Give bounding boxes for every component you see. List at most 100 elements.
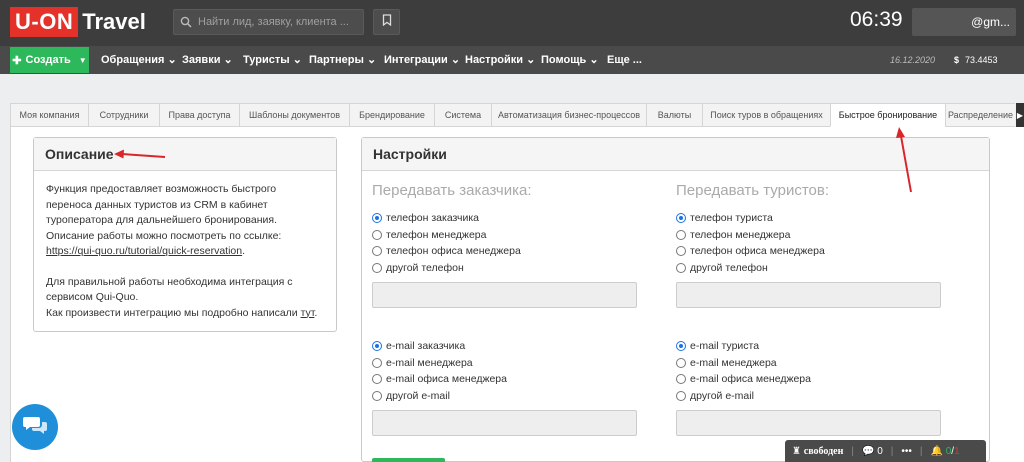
tourist-email-option[interactable]: другой e-mail [676,388,941,405]
nav-item-more[interactable]: Еще ... [607,46,642,74]
customer-email-option[interactable]: другой e-mail [372,388,637,405]
chat-icon [22,414,48,441]
radio-label: другой e-mail [386,389,450,402]
radio-label: телефон туриста [690,212,773,225]
radio-button[interactable] [372,213,382,224]
radio-button[interactable] [676,213,686,224]
radio-button[interactable] [372,357,382,368]
radio-button[interactable] [676,341,686,352]
tourist-email-option[interactable]: e-mail офиса менеджера [676,371,941,388]
customer-email-option[interactable]: e-mail менеджера [372,355,637,372]
tourist-other-email-field[interactable] [676,410,941,436]
radio-button[interactable] [372,229,382,240]
chevron-down-icon: ⌄ [589,54,599,66]
nav-item-settings[interactable]: Настройки ⌄ [465,46,535,74]
integration-link[interactable]: тут [301,307,315,319]
customer-phone-option[interactable]: телефон менеджера [372,227,637,244]
user-menu[interactable]: @gm... [912,8,1016,36]
nav-item-help[interactable]: Помощь ⌄ [541,46,599,74]
tab-currencies[interactable]: Валюты [646,103,702,127]
radio-label: телефон офиса менеджера [690,245,825,258]
customer-email-option[interactable]: e-mail заказчика [372,338,637,355]
description-line: сервисом Qui-Quo. [46,291,139,303]
notifications[interactable]: 🔔 0/1 [931,446,960,457]
nav-item-requests[interactable]: Обращения ⌄ [101,46,177,74]
radio-label: e-mail менеджера [690,356,777,369]
tab-automation[interactable]: Автоматизация бизнес-процессов [491,103,646,127]
chevron-down-icon: ⌄ [167,54,177,66]
current-date: 16.12.2020 [890,55,936,65]
dollar-icon: $ [954,55,960,65]
tab-distribution[interactable]: Распределение [945,103,1015,127]
tourist-email-option[interactable]: e-mail туриста [676,338,941,355]
radio-label: e-mail офиса менеджера [386,373,507,386]
nav-item-integrations[interactable]: Интеграции ⌄ [384,46,460,74]
nav-item-tourists[interactable]: Туристы ⌄ [243,46,302,74]
tourist-phone-option[interactable]: телефон менеджера [676,227,941,244]
radio-button[interactable] [372,262,382,273]
tourist-email-option[interactable]: e-mail менеджера [676,355,941,372]
logo-mark: U-ON [10,7,79,37]
radio-label: e-mail туриста [690,340,760,353]
radio-label: e-mail менеджера [386,356,473,369]
tourist-other-phone-field[interactable] [676,282,941,308]
radio-button[interactable] [372,374,382,385]
nav-item-partners[interactable]: Партнеры ⌄ [309,46,376,74]
radio-button[interactable] [372,390,382,401]
messages-counter[interactable]: 💬 0 [862,446,883,457]
radio-button[interactable] [372,341,382,352]
annotation-arrow-icon [114,149,166,159]
status-toggle[interactable]: ♜ свободен [792,446,843,457]
tutorial-link[interactable]: https://qui-quo.ru/tutorial/quick-reserv… [46,245,242,257]
create-label: Создать [25,54,71,66]
customer-other-phone-field[interactable] [372,282,637,308]
tourist-phone-option[interactable]: телефон офиса менеджера [676,243,941,260]
tabs-scroll-right[interactable]: ▶ [1016,103,1024,127]
tab-quick-booking[interactable]: Быстрое бронирование [830,103,945,127]
tourist-phone-option[interactable]: телефон туриста [676,210,941,227]
radio-button[interactable] [676,246,686,257]
radio-label: другой e-mail [690,389,754,402]
customer-phone-option[interactable]: телефон офиса менеджера [372,243,637,260]
customer-email-option[interactable]: e-mail офиса менеджера [372,371,637,388]
top-header: U-ON Travel 06:39 @gm... [0,0,1024,46]
more-icon[interactable]: ••• [901,446,912,457]
settings-tabs: Моя компания Сотрудники Права доступа Ша… [10,103,1024,127]
tourists-column: Передавать туристов: телефон туриста теле… [676,182,941,436]
search-icon [174,16,198,28]
radio-button[interactable] [676,390,686,401]
description-panel: Описание Функция предоставляет возможнос… [33,137,337,332]
customer-other-email-field[interactable] [372,410,637,436]
bookmark-button[interactable] [373,9,400,35]
nav-item-orders[interactable]: Заявки ⌄ [182,46,233,74]
tab-branding[interactable]: Брендирование [349,103,434,127]
customer-phone-option[interactable]: телефон заказчика [372,210,637,227]
search-input[interactable] [198,16,358,28]
create-button[interactable]: ✚ Создать ▼ [10,47,89,73]
bookmark-icon [382,13,392,31]
balance[interactable]: $73.4453 [954,46,998,74]
tab-system[interactable]: Система [434,103,491,127]
radio-button[interactable] [676,357,686,368]
description-line: Описание работы можно посмотреть по ссыл… [46,229,282,242]
description-line: Функция предоставляет возможность быстро… [46,183,277,195]
search-box[interactable] [173,9,364,35]
save-button[interactable] [372,458,445,462]
description-title: Описание [34,138,336,171]
logo[interactable]: U-ON Travel [10,6,146,38]
radio-label: телефон заказчика [386,212,480,225]
radio-button[interactable] [676,262,686,273]
customer-section-title: Передавать заказчика: [372,182,532,199]
tourist-phone-option[interactable]: другой телефон [676,260,941,277]
radio-button[interactable] [676,229,686,240]
tab-employees[interactable]: Сотрудники [88,103,159,127]
tab-document-templates[interactable]: Шаблоны документов [239,103,349,127]
tab-tour-search[interactable]: Поиск туров в обращениях [702,103,830,127]
customer-phone-option[interactable]: другой телефон [372,260,637,277]
radio-button[interactable] [372,246,382,257]
radio-button[interactable] [676,374,686,385]
tab-access-rights[interactable]: Права доступа [159,103,239,127]
description-line: Как произвести интеграцию мы подробно на… [46,306,301,319]
chat-widget-button[interactable] [12,404,58,450]
tab-my-company[interactable]: Моя компания [10,103,88,127]
